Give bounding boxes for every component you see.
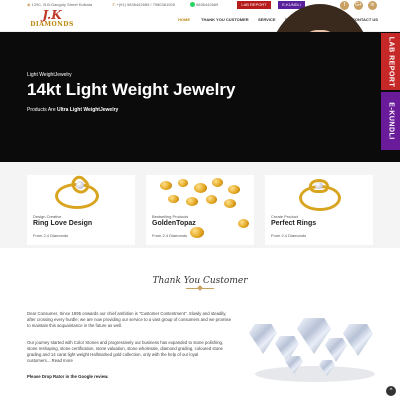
product-title[interactable]: GoldenTopaz: [152, 220, 196, 227]
site-logo[interactable]: J.K DIAMONDS: [29, 9, 75, 30]
diamonds-image: [245, 310, 385, 390]
review-cta[interactable]: Please Drop Rator in the Google review.: [27, 374, 232, 380]
location-icon: ◉: [27, 2, 31, 7]
address-label: 129C, B.B.Ganguly Street Kolkata: [31, 2, 93, 7]
product-category: Bestselling Products: [152, 214, 189, 219]
product-card[interactable]: Design Creative Ring Love Design From 2.…: [27, 175, 135, 245]
whatsapp-icon: [190, 2, 195, 8]
hero-title: 14kt Light Weight Jewelry: [27, 80, 236, 99]
product-title[interactable]: Ring Love Design: [33, 220, 92, 227]
linkedin-icon[interactable]: in: [368, 1, 377, 10]
lab-report-side-label: LAB REPORT: [387, 36, 394, 87]
nav-home[interactable]: HOME: [178, 17, 190, 22]
topaz-stone: [238, 219, 249, 228]
phone-text[interactable]: ✆ +(91) 9836442689 / 7980381928: [112, 2, 175, 7]
nav-service[interactable]: SERVICE: [258, 17, 276, 22]
diamond-shape: [297, 318, 331, 354]
topaz-stone: [178, 179, 188, 187]
product-price: From 2.4 Diamonds: [271, 233, 307, 238]
topaz-stone: [190, 227, 204, 238]
diamond-shape: [343, 324, 373, 356]
topaz-stone: [186, 197, 198, 206]
topaz-stone: [194, 183, 207, 193]
topaz-stone: [224, 199, 236, 208]
google-plus-icon[interactable]: G+: [354, 1, 363, 10]
scroll-top-icon[interactable]: ^: [386, 386, 396, 396]
divider-diamond-icon: [197, 285, 203, 291]
hero-subtitle: Light WeightJewelry: [27, 72, 72, 78]
address-text: ◉ 129C, B.B.Ganguly Street Kolkata: [27, 2, 92, 7]
product-title[interactable]: Perfect Rings: [271, 220, 316, 227]
ekundli-side-tab[interactable]: E-KUNDLI: [381, 92, 400, 150]
whatsapp-link[interactable]: 9836442689: [190, 2, 219, 8]
lab-report-button[interactable]: LAB REPORT: [237, 1, 271, 9]
diamond-shape: [325, 338, 347, 362]
logo-wordmark: DIAMONDS: [30, 21, 74, 28]
product-card[interactable]: Create Product Perfect Rings From 2.4 Di…: [265, 175, 373, 245]
review-cta-text: Please Drop Rator in the Google review.: [27, 374, 109, 379]
diamonds-shadow: [255, 366, 375, 382]
logo-mark: J.K: [42, 8, 62, 22]
product-category: Design Creative: [33, 214, 62, 219]
ring-gem-shape: [315, 182, 323, 189]
hero-tagline-prefix: Products Are: [27, 107, 58, 113]
topaz-stone: [228, 185, 240, 194]
phone-label: +(91) 9836442689 / 7980381928: [116, 2, 175, 7]
topaz-stone: [206, 195, 217, 204]
product-category: Create Product: [271, 214, 298, 219]
hero-tagline-bold: Ultra Light WeightJewelry: [57, 107, 119, 113]
product-card[interactable]: Bestselling Products GoldenTopaz From 2.…: [146, 175, 254, 245]
phone-icon: ✆: [112, 2, 116, 7]
hero-tagline: Products Are Ultra Light WeightJewelry: [27, 107, 118, 113]
topaz-stone: [212, 178, 223, 187]
about-paragraph: Our journey started with Color Stones an…: [27, 340, 224, 363]
product-price: From 2.4 Diamonds: [152, 233, 188, 238]
ring-gem-shape: [76, 181, 84, 189]
nav-thank-you-customer[interactable]: THANK YOU CUSTOMER: [201, 17, 249, 22]
product-price: From 2.4 Diamonds: [33, 233, 69, 238]
lab-report-side-tab[interactable]: LAB REPORT: [381, 33, 400, 90]
diamond-shape: [249, 324, 277, 354]
whatsapp-label: 9836442689: [196, 2, 219, 7]
about-paragraph: Dear Consumer, Since 1995 onwards our ch…: [27, 311, 231, 328]
topaz-stone: [168, 195, 179, 203]
ekundli-side-label: E-KUNDLI: [387, 102, 394, 140]
topaz-stone: [160, 181, 172, 190]
